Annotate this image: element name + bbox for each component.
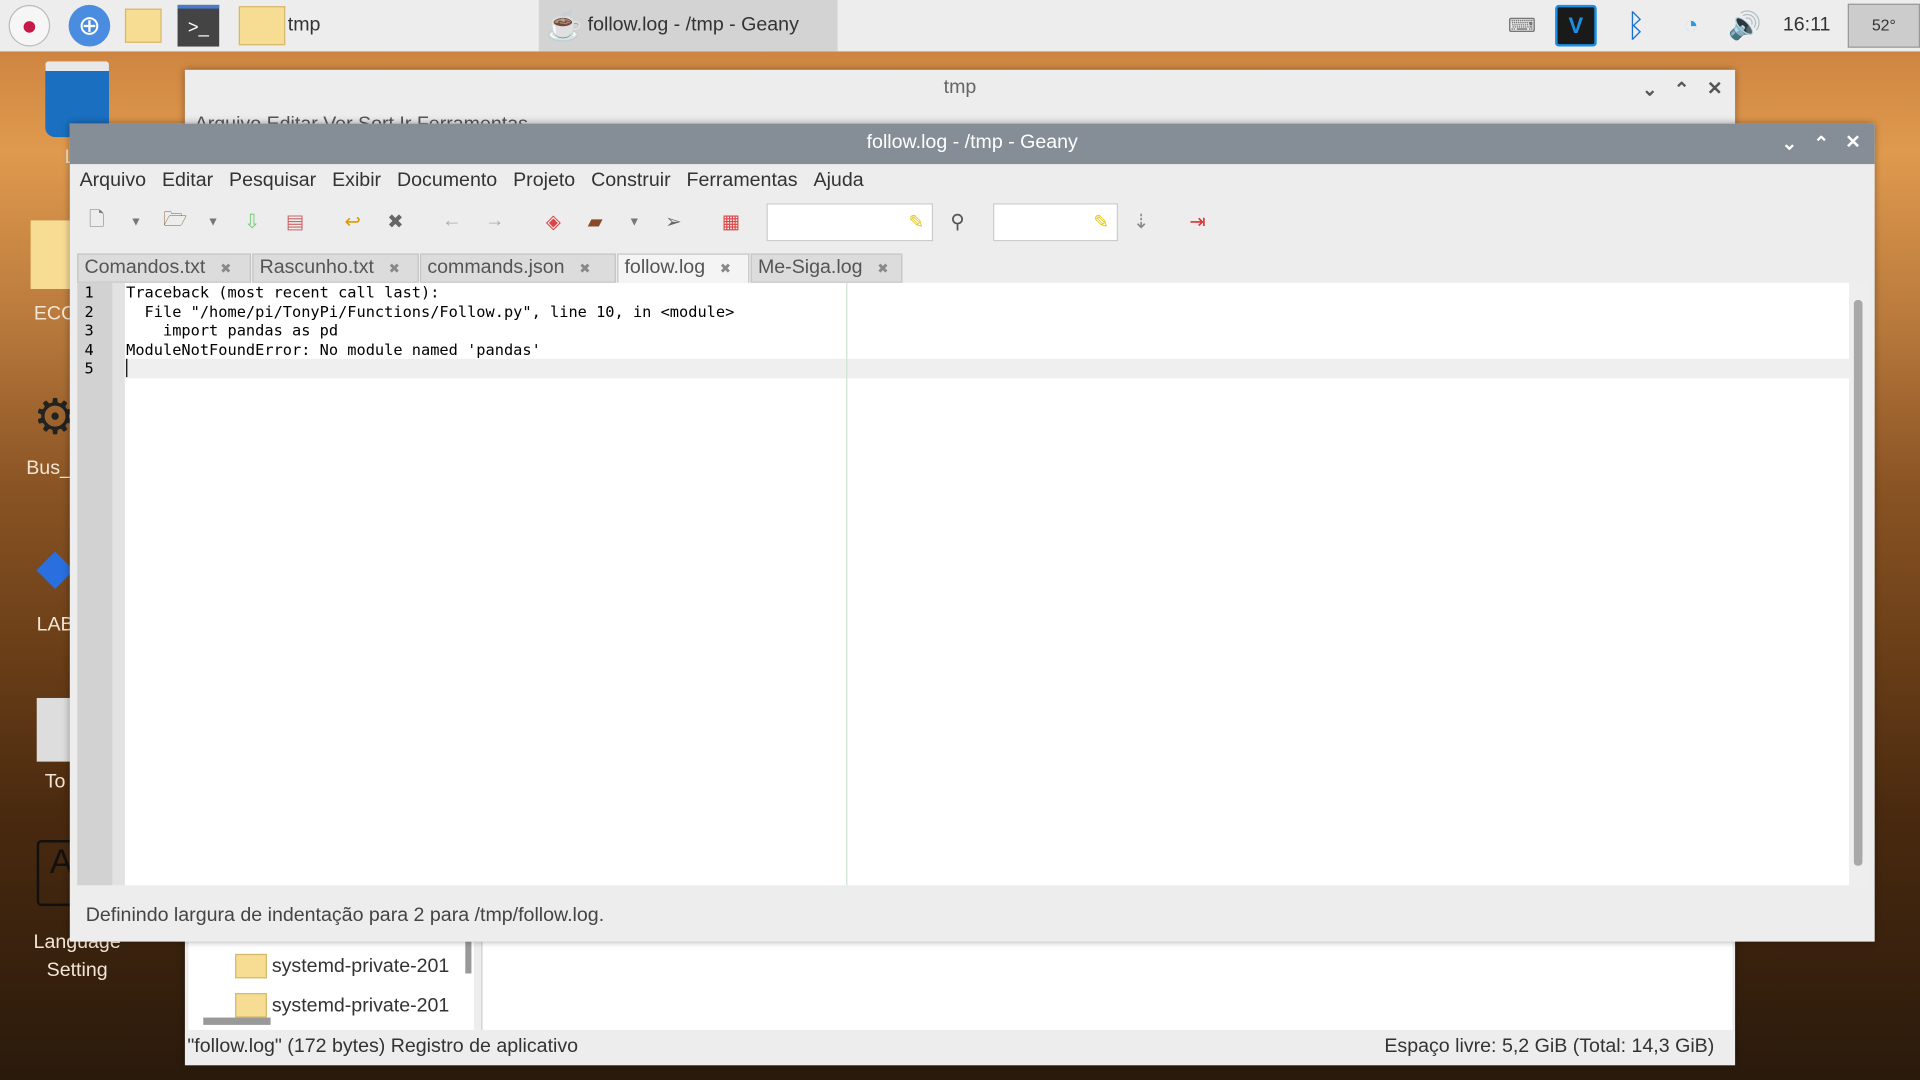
file-list[interactable] bbox=[481, 941, 1733, 1030]
status-right: Espaço livre: 5,2 GiB (Total: 14,3 GiB) bbox=[1384, 1035, 1715, 1057]
task-geany-label: follow.log - /tmp - Geany bbox=[587, 14, 799, 36]
status-bar: Definindo largura de indentação para 2 p… bbox=[85, 904, 605, 926]
long-line-marker bbox=[846, 282, 848, 886]
folder-icon bbox=[238, 6, 286, 46]
tab-label: follow.log bbox=[624, 257, 706, 278]
robot-icon bbox=[36, 697, 74, 762]
open-file-icon[interactable]: 🗁 bbox=[162, 208, 189, 235]
goto-line-icon[interactable]: ⇣ bbox=[1128, 208, 1155, 235]
code-line bbox=[126, 358, 128, 378]
close-tab-icon[interactable]: ✖ bbox=[389, 262, 400, 277]
menu-exibir[interactable]: Exibir bbox=[332, 170, 381, 191]
status-left: "follow.log" (172 bytes) Registro de apl… bbox=[187, 1035, 579, 1057]
folder-icon bbox=[235, 953, 267, 979]
tree-item[interactable]: systemd-private-201 bbox=[272, 956, 449, 978]
new-dropdown-icon[interactable]: ▼ bbox=[122, 208, 149, 235]
new-file-icon[interactable]: 🗋 bbox=[83, 208, 110, 235]
file-manager-icon[interactable] bbox=[122, 5, 164, 47]
close-tab-icon[interactable]: ✖ bbox=[579, 262, 590, 277]
build-dropdown-icon[interactable]: ▼ bbox=[621, 208, 648, 235]
editor[interactable]: 12345 Traceback (most recent call last):… bbox=[77, 282, 1868, 886]
tab-commands[interactable]: commands.json ✖ bbox=[420, 253, 616, 283]
tab-label: Me-Siga.log bbox=[757, 257, 863, 278]
maximize-button[interactable]: ⌃ bbox=[1674, 78, 1689, 101]
tab-label: Comandos.txt bbox=[84, 257, 206, 278]
menu-construir[interactable]: Construir bbox=[591, 170, 670, 191]
vertical-scrollbar[interactable] bbox=[465, 941, 472, 974]
code-line: ModuleNotFoundError: No module named 'pa… bbox=[126, 339, 541, 359]
tab-rascunho[interactable]: Rascunho.txt ✖ bbox=[252, 253, 419, 283]
code-line: import pandas as pd bbox=[126, 320, 339, 340]
fold-margin bbox=[112, 282, 125, 886]
menu-ferramentas[interactable]: Ferramentas bbox=[687, 170, 798, 191]
terminal-icon[interactable]: >_ bbox=[177, 4, 220, 47]
volume-icon[interactable]: 🔊 bbox=[1724, 5, 1766, 47]
search-icon[interactable]: ⚲ bbox=[944, 208, 971, 235]
tab-label: commands.json bbox=[427, 257, 565, 278]
build-icon[interactable]: ▰ bbox=[582, 208, 609, 235]
tab-follow-log[interactable]: follow.log ✖ bbox=[617, 253, 750, 283]
task-geany[interactable]: ☕ follow.log - /tmp - Geany bbox=[538, 0, 838, 52]
minimize-button[interactable]: ⌄ bbox=[1782, 132, 1797, 154]
geany-icon: ☕ bbox=[546, 9, 583, 43]
save-icon[interactable]: ⇩ bbox=[239, 208, 266, 235]
line-number-gutter bbox=[77, 282, 113, 886]
window-title: follow.log - /tmp - Geany bbox=[866, 132, 1078, 154]
tab-label: Rascunho.txt bbox=[259, 257, 374, 278]
menu-editar[interactable]: Editar bbox=[162, 170, 213, 191]
color-chooser-icon[interactable]: ▦ bbox=[718, 208, 745, 235]
task-tmp[interactable]: tmp bbox=[288, 15, 321, 37]
window-title: tmp bbox=[943, 77, 977, 98]
raspberry-menu-icon[interactable]: ● bbox=[8, 4, 51, 47]
taskbar: ● ⊕ >_ tmp ☕ follow.log - /tmp - Geany ⌨… bbox=[0, 0, 1920, 52]
compile-icon[interactable]: ◈ bbox=[540, 208, 567, 235]
open-dropdown-icon[interactable]: ▼ bbox=[200, 208, 227, 235]
menu-projeto[interactable]: Projeto bbox=[513, 170, 575, 191]
bluetooth-icon[interactable]: ᛒ bbox=[1615, 5, 1657, 47]
keyboard-icon[interactable]: ⌨ bbox=[1501, 5, 1543, 47]
code-line: File "/home/pi/TonyPi/Functions/Follow.p… bbox=[126, 301, 735, 321]
menu-bar: Arquivo Editar Pesquisar Exibir Documento Pro… bbox=[80, 170, 880, 192]
web-browser-icon[interactable]: ⊕ bbox=[68, 4, 111, 47]
menu-arquivo[interactable]: Arquivo bbox=[80, 170, 146, 191]
clear-search-icon[interactable]: ✎ bbox=[909, 211, 924, 233]
tab-comandos[interactable]: Comandos.txt ✖ bbox=[77, 253, 252, 283]
menu-pesquisar[interactable]: Pesquisar bbox=[229, 170, 316, 191]
maximize-button[interactable]: ⌃ bbox=[1813, 132, 1828, 154]
scrollbar-thumb[interactable] bbox=[1853, 300, 1863, 866]
folder-tree: systemd-private-201 systemd-private-201 bbox=[188, 941, 474, 1030]
close-file-icon[interactable]: ✖ bbox=[382, 208, 409, 235]
minimize-button[interactable]: ⌄ bbox=[1642, 78, 1657, 101]
code-line: Traceback (most recent call last): bbox=[126, 282, 440, 302]
line-numbers: 12345 bbox=[84, 282, 94, 378]
vnc-icon[interactable]: V bbox=[1555, 4, 1597, 47]
tab-me-siga[interactable]: Me-Siga.log ✖ bbox=[750, 253, 903, 283]
revert-icon[interactable]: ↩ bbox=[339, 208, 366, 235]
cpu-temperature[interactable]: 52° bbox=[1847, 3, 1920, 48]
code-text[interactable]: Traceback (most recent call last): File … bbox=[126, 282, 735, 378]
title-bar[interactable]: follow.log - /tmp - Geany ⌄ ⌃ ✕ bbox=[69, 123, 1875, 165]
close-button[interactable]: ✕ bbox=[1707, 77, 1722, 99]
menu-documento[interactable]: Documento bbox=[397, 170, 497, 191]
desktop: ● ⊕ >_ tmp ☕ follow.log - /tmp - Geany ⌨… bbox=[0, 0, 1920, 1080]
menu-ajuda[interactable]: Ajuda bbox=[814, 170, 864, 191]
clear-goto-icon[interactable]: ✎ bbox=[1093, 211, 1108, 233]
back-icon[interactable]: ← bbox=[438, 208, 465, 235]
forward-icon[interactable]: → bbox=[481, 208, 508, 235]
clock[interactable]: 16:11 bbox=[1783, 15, 1831, 37]
execute-icon[interactable]: ➢ bbox=[660, 208, 687, 235]
close-tab-icon[interactable]: ✖ bbox=[877, 262, 888, 277]
quit-icon[interactable]: ⇥ bbox=[1184, 208, 1211, 235]
folder-icon bbox=[235, 993, 267, 1018]
close-button[interactable]: ✕ bbox=[1845, 131, 1860, 153]
vertical-scrollbar[interactable] bbox=[1848, 282, 1868, 886]
tree-item[interactable]: systemd-private-201 bbox=[272, 996, 449, 1018]
close-tab-icon[interactable]: ✖ bbox=[220, 262, 231, 277]
wifi-icon[interactable]: ◔ bbox=[1670, 5, 1712, 47]
horizontal-scrollbar[interactable] bbox=[203, 1017, 271, 1025]
close-tab-icon[interactable]: ✖ bbox=[720, 262, 731, 277]
save-all-icon[interactable]: ▤ bbox=[282, 208, 309, 235]
